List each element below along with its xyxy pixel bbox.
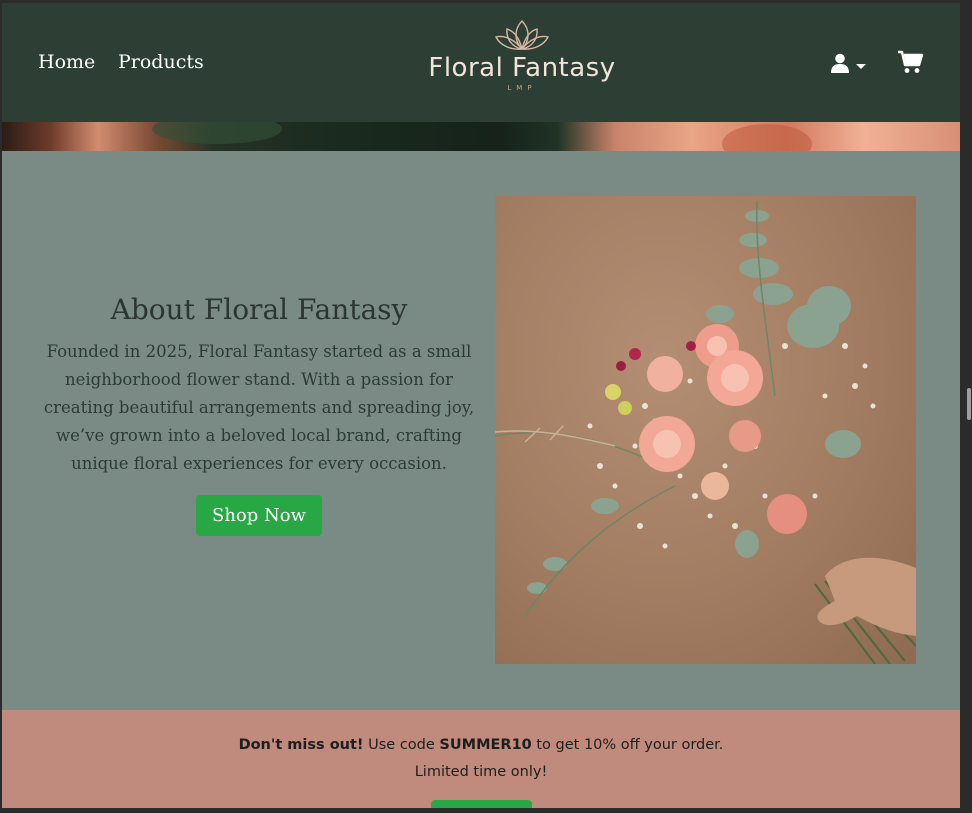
promo-text-before-code: Use code: [363, 737, 440, 753]
promo-text-after-code: to get 10% off your order.: [531, 737, 724, 753]
user-icon: [830, 53, 850, 77]
promo-strong-text: Don't miss out!: [238, 737, 364, 753]
about-text-block: About Floral Fantasy Founded in 2025, Fl…: [38, 293, 480, 536]
page: Home Products Floral Fantasy LMP About F…: [2, 3, 960, 808]
promo-banner: Don't miss out! Use code SUMMER10 to get…: [2, 710, 960, 808]
cart-button[interactable]: [898, 50, 924, 78]
logo-title: Floral Fantasy: [428, 53, 616, 83]
promo-code: SUMMER10: [439, 737, 532, 753]
promo-limited-text: Limited time only!: [414, 764, 548, 780]
navbar: Home Products Floral Fantasy LMP: [2, 3, 960, 122]
scrollbar-thumb[interactable]: [967, 388, 971, 420]
promo-message: Don't miss out! Use code SUMMER10 to get…: [2, 737, 960, 753]
hero-image-strip: [2, 122, 960, 151]
promo-button[interactable]: [431, 800, 532, 808]
nav-home-link[interactable]: Home: [38, 51, 95, 73]
user-menu-dropdown[interactable]: [830, 53, 866, 77]
nav-products-link[interactable]: Products: [118, 51, 204, 73]
about-description: Founded in 2025, Floral Fantasy started …: [43, 342, 475, 473]
lotus-icon: [422, 17, 622, 53]
bouquet-photo: [495, 196, 916, 664]
chevron-down-icon: [856, 63, 866, 69]
logo-subtitle: LMP: [507, 84, 537, 92]
shop-now-button[interactable]: Shop Now: [196, 495, 322, 536]
brand-logo[interactable]: Floral Fantasy LMP: [422, 17, 622, 107]
about-title: About Floral Fantasy: [110, 293, 408, 326]
cart-icon: [898, 50, 924, 78]
